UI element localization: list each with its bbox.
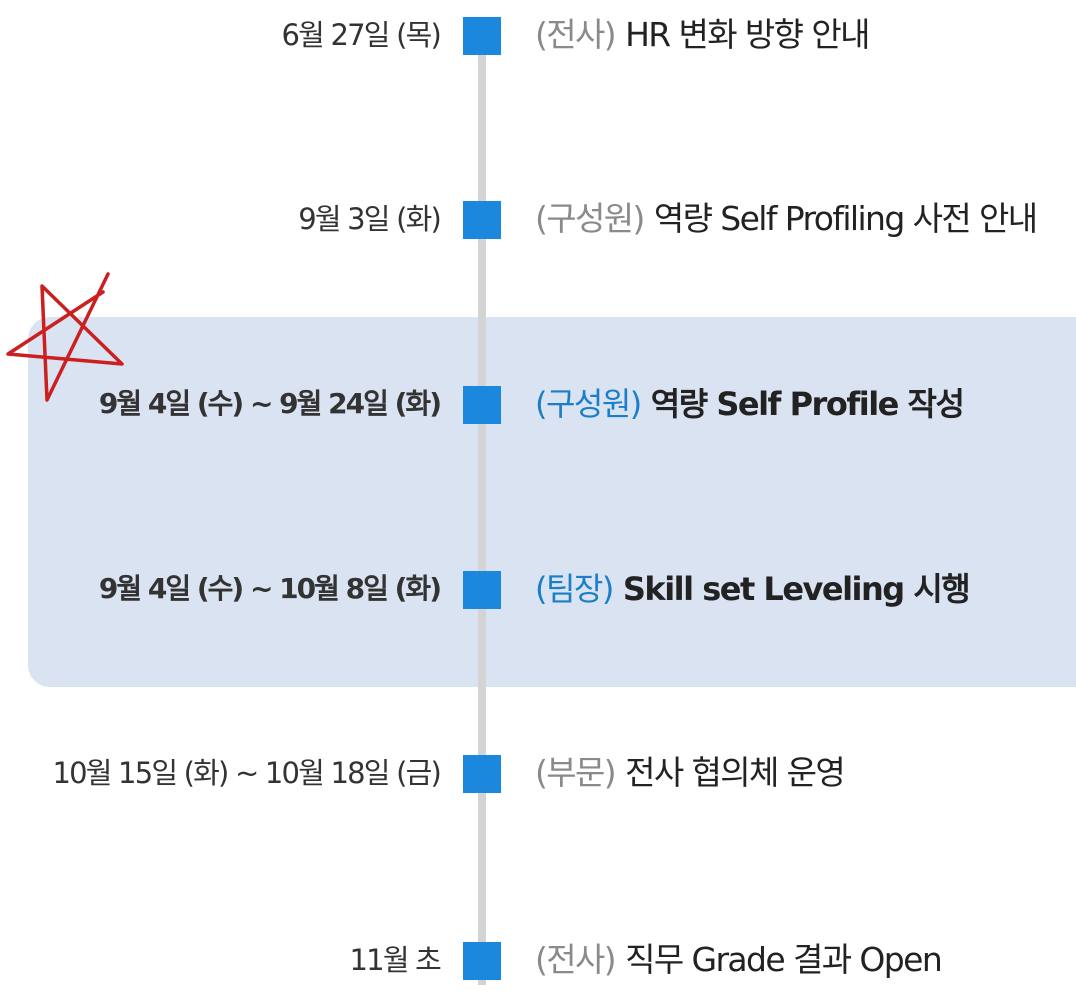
- event-title: 직무 Grade 결과 Open: [625, 940, 943, 979]
- timeline-event-highlighted: 9월 4일 (수) ~ 10월 8일 (화) (팀장) Skill set Lev…: [0, 569, 1076, 609]
- timeline-marker: [463, 386, 501, 424]
- timeline-marker: [463, 201, 501, 239]
- event-description: (팀장) Skill set Leveling 시행: [535, 569, 971, 609]
- timeline-event-highlighted: 9월 4일 (수) ~ 9월 24일 (화) (구성원) 역량 Self Prof…: [0, 384, 1076, 424]
- event-audience-tag: (전사): [535, 15, 617, 54]
- event-description: (전사) HR 변화 방향 안내: [535, 15, 870, 55]
- event-audience-tag: (구성원): [535, 199, 645, 238]
- timeline-marker: [463, 755, 501, 793]
- event-audience-tag: (팀장): [535, 570, 614, 608]
- hand-drawn-star-icon: [6, 272, 124, 402]
- timeline-marker: [463, 571, 501, 609]
- event-audience-tag: (전사): [535, 940, 617, 979]
- timeline-marker: [463, 942, 501, 980]
- event-audience-tag: (구성원): [535, 385, 642, 423]
- event-date: 9월 4일 (수) ~ 10월 8일 (화): [98, 572, 442, 605]
- event-title: 역량 Self Profiling 사전 안내: [653, 199, 1038, 238]
- event-date: 11월 초: [349, 943, 442, 977]
- event-description: (구성원) 역량 Self Profile 작성: [535, 384, 965, 424]
- event-title: HR 변화 방향 안내: [625, 15, 870, 54]
- event-description: (부문) 전사 협의체 운영: [535, 753, 846, 793]
- event-date: 9월 3일 (화): [298, 202, 442, 236]
- event-title: 역량 Self Profile 작성: [650, 385, 965, 423]
- timeline-marker: [463, 17, 501, 55]
- highlight-panel: [28, 317, 1076, 687]
- event-title: Skill set Leveling 시행: [622, 570, 971, 608]
- event-title: 전사 협의체 운영: [625, 753, 846, 792]
- timeline-event: 10월 15일 (화) ~ 10월 18일 (금) (부문) 전사 협의체 운영: [0, 753, 1076, 793]
- event-description: (구성원) 역량 Self Profiling 사전 안내: [535, 199, 1038, 239]
- event-date: 10월 15일 (화) ~ 10월 18일 (금): [52, 756, 441, 790]
- timeline-event: 9월 3일 (화) (구성원) 역량 Self Profiling 사전 안내: [0, 199, 1076, 239]
- event-audience-tag: (부문): [535, 753, 617, 792]
- event-date: 9월 4일 (수) ~ 9월 24일 (화): [98, 387, 442, 420]
- timeline-event: 6월 27일 (목) (전사) HR 변화 방향 안내: [0, 15, 1076, 55]
- timeline-line: [478, 40, 486, 985]
- event-description: (전사) 직무 Grade 결과 Open: [535, 940, 943, 980]
- timeline-event: 11월 초 (전사) 직무 Grade 결과 Open: [0, 940, 1076, 980]
- event-date: 6월 27일 (목): [281, 18, 442, 52]
